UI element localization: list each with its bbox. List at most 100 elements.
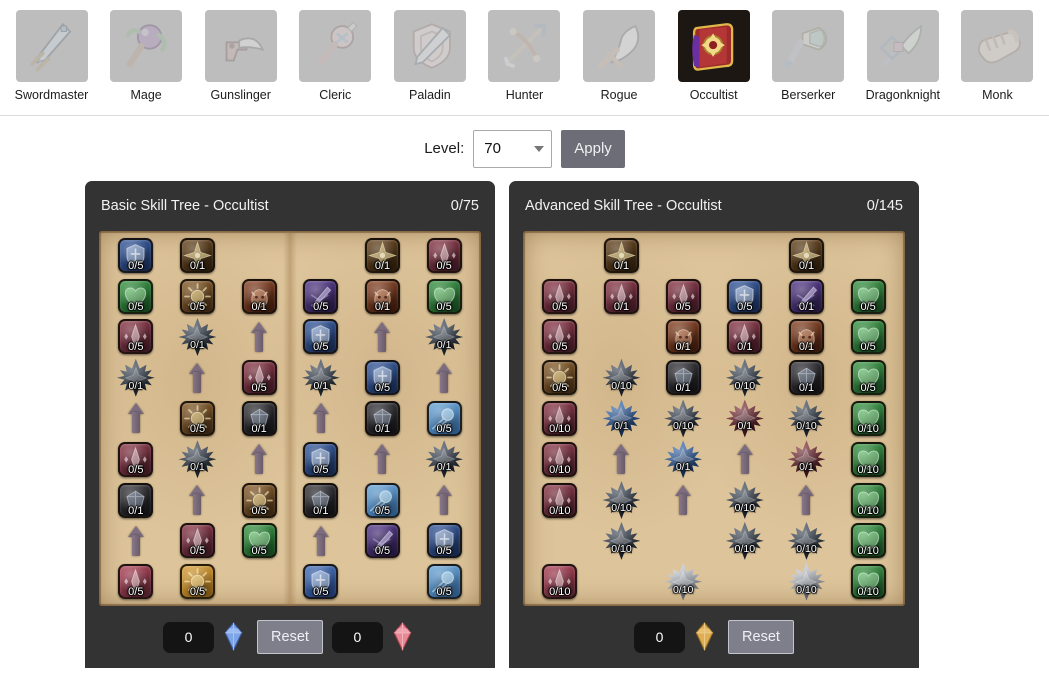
skill-node[interactable]: 0/10: [542, 441, 578, 477]
skill-node[interactable]: 0/1: [178, 317, 217, 356]
skill-node[interactable]: 0/5: [426, 400, 462, 436]
class-item-occultist[interactable]: Occultist: [669, 10, 758, 103]
hammer-icon[interactable]: [772, 10, 845, 82]
skill-node[interactable]: 0/1: [301, 358, 340, 397]
skill-node[interactable]: 0/5: [179, 564, 215, 600]
skill-node[interactable]: 0/10: [787, 521, 826, 560]
skill-node[interactable]: 0/5: [665, 278, 701, 314]
skill-node[interactable]: 0/1: [788, 360, 824, 396]
skill-node[interactable]: 0/5: [118, 237, 154, 273]
skill-node[interactable]: 0/10: [850, 441, 886, 477]
skill-node[interactable]: 0/1: [602, 399, 641, 438]
skill-node[interactable]: 0/1: [725, 399, 764, 438]
apply-button[interactable]: Apply: [561, 129, 625, 168]
skill-node[interactable]: 0/1: [664, 440, 703, 479]
skill-node[interactable]: 0/1: [364, 400, 400, 436]
skill-node[interactable]: 0/10: [787, 562, 826, 601]
skill-node[interactable]: 0/5: [303, 441, 339, 477]
skill-node[interactable]: 0/10: [664, 562, 703, 601]
skill-node[interactable]: 0/1: [118, 482, 154, 518]
orb-staff-icon[interactable]: [110, 10, 183, 82]
skill-node[interactable]: 0/1: [603, 237, 639, 273]
level-select[interactable]: 70: [473, 129, 553, 168]
skill-node[interactable]: 0/10: [850, 400, 886, 436]
skill-node[interactable]: 0/5: [364, 482, 400, 518]
class-item-gunslinger[interactable]: Gunslinger: [196, 10, 285, 103]
skill-node[interactable]: 0/5: [426, 523, 462, 559]
skill-node[interactable]: 0/5: [850, 278, 886, 314]
mace-icon[interactable]: [299, 10, 372, 82]
skill-node[interactable]: 0/10: [542, 482, 578, 518]
class-item-monk[interactable]: Monk: [953, 10, 1042, 103]
skill-node[interactable]: 0/10: [725, 521, 764, 560]
dagger-icon[interactable]: [583, 10, 656, 82]
skill-node[interactable]: 0/10: [850, 482, 886, 518]
skill-node[interactable]: 0/1: [425, 317, 464, 356]
skill-node[interactable]: 0/1: [425, 440, 464, 479]
skill-node[interactable]: 0/5: [241, 482, 277, 518]
skill-node[interactable]: 0/10: [787, 399, 826, 438]
skill-node[interactable]: 0/1: [727, 319, 763, 355]
class-item-paladin[interactable]: Paladin: [385, 10, 474, 103]
skill-node[interactable]: 0/5: [241, 360, 277, 396]
skill-node[interactable]: 0/1: [303, 482, 339, 518]
class-item-swordmaster[interactable]: Swordmaster: [7, 10, 96, 103]
skill-node[interactable]: 0/1: [364, 237, 400, 273]
skill-node[interactable]: 0/5: [542, 360, 578, 396]
skill-node[interactable]: 0/1: [788, 278, 824, 314]
spellbook-icon[interactable]: [677, 10, 750, 82]
skill-node[interactable]: 0/1: [788, 237, 824, 273]
skill-node[interactable]: 0/5: [118, 278, 154, 314]
skill-node[interactable]: 0/5: [303, 319, 339, 355]
skill-node[interactable]: 0/1: [241, 400, 277, 436]
skill-node[interactable]: 0/5: [542, 278, 578, 314]
skill-node[interactable]: 0/10: [542, 564, 578, 600]
class-item-cleric[interactable]: Cleric: [291, 10, 380, 103]
skill-node[interactable]: 0/10: [542, 400, 578, 436]
reset-button-advanced[interactable]: Reset: [728, 620, 794, 654]
skill-node[interactable]: 0/5: [179, 278, 215, 314]
skill-node[interactable]: 0/5: [303, 564, 339, 600]
skill-node[interactable]: 0/1: [364, 278, 400, 314]
skill-node[interactable]: 0/1: [116, 358, 155, 397]
reset-button-basic[interactable]: Reset: [257, 620, 323, 654]
skill-node[interactable]: 0/1: [179, 237, 215, 273]
spear-icon[interactable]: [866, 10, 939, 82]
skill-node[interactable]: 0/5: [241, 523, 277, 559]
skill-node[interactable]: 0/5: [364, 523, 400, 559]
skill-node[interactable]: 0/10: [602, 521, 641, 560]
skill-node[interactable]: 0/1: [665, 360, 701, 396]
skill-node[interactable]: 0/1: [603, 278, 639, 314]
skill-node[interactable]: 0/5: [426, 564, 462, 600]
skill-node[interactable]: 0/5: [426, 278, 462, 314]
skill-node[interactable]: 0/10: [850, 523, 886, 559]
skill-node[interactable]: 0/5: [179, 400, 215, 436]
shield-sword-icon[interactable]: [393, 10, 466, 82]
skill-node[interactable]: 0/5: [118, 441, 154, 477]
skill-node[interactable]: 0/5: [426, 237, 462, 273]
class-item-hunter[interactable]: Hunter: [480, 10, 569, 103]
skill-node[interactable]: 0/1: [665, 319, 701, 355]
class-item-dragonknight[interactable]: Dragonknight: [858, 10, 947, 103]
skill-node[interactable]: 0/10: [664, 399, 703, 438]
skill-node[interactable]: 0/1: [241, 278, 277, 314]
skill-node[interactable]: 0/5: [303, 278, 339, 314]
skill-node[interactable]: 0/1: [788, 319, 824, 355]
skill-node[interactable]: 0/5: [850, 319, 886, 355]
skill-node[interactable]: 0/10: [725, 481, 764, 520]
skill-node[interactable]: 0/5: [850, 360, 886, 396]
skill-node[interactable]: 0/5: [179, 523, 215, 559]
skill-node[interactable]: 0/5: [364, 360, 400, 396]
skill-node[interactable]: 0/10: [725, 358, 764, 397]
bow-arrow-icon[interactable]: [488, 10, 561, 82]
skill-node[interactable]: 0/1: [178, 440, 217, 479]
skill-node[interactable]: 0/5: [118, 564, 154, 600]
skill-node[interactable]: 0/1: [787, 440, 826, 479]
class-item-rogue[interactable]: Rogue: [575, 10, 664, 103]
skill-node[interactable]: 0/10: [602, 358, 641, 397]
skill-node[interactable]: 0/5: [727, 278, 763, 314]
skill-node[interactable]: 0/10: [850, 564, 886, 600]
class-item-mage[interactable]: Mage: [102, 10, 191, 103]
gauntlet-icon[interactable]: [961, 10, 1034, 82]
skill-node[interactable]: 0/5: [118, 319, 154, 355]
